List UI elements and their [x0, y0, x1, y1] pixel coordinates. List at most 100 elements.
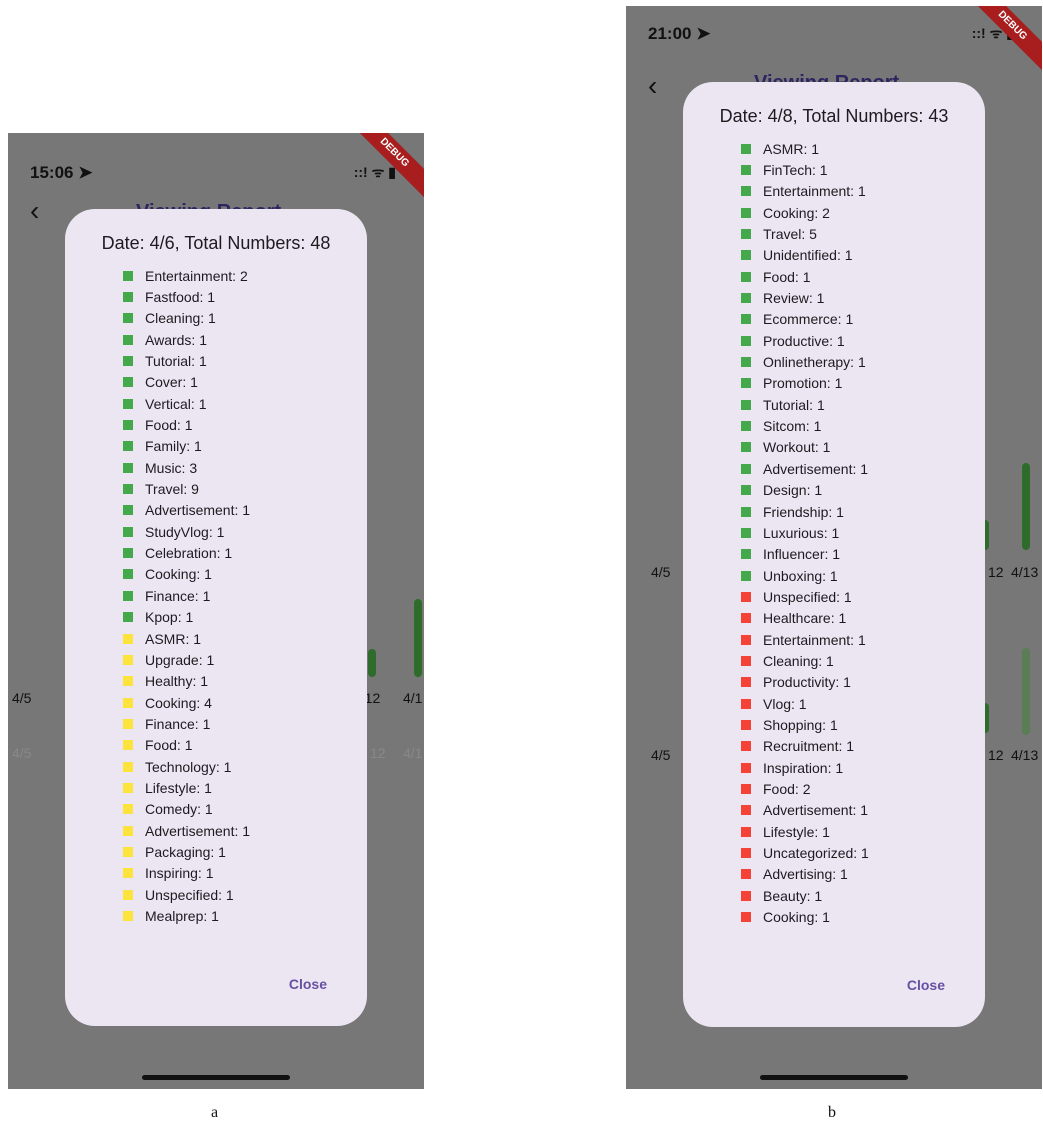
- color-swatch-icon: [123, 484, 133, 495]
- bg-bar: [368, 649, 376, 677]
- legend-item: Food: 2: [741, 778, 869, 799]
- legend-item-label: Celebration: 1: [145, 545, 233, 562]
- legend-item-label: Cleaning: 1: [763, 652, 834, 669]
- color-swatch-icon: [123, 633, 133, 644]
- legend-item: Comedy: 1: [123, 799, 250, 820]
- legend-item: Design: 1: [741, 480, 869, 501]
- legend-item-label: Healthy: 1: [145, 673, 209, 690]
- color-swatch-icon: [741, 165, 751, 176]
- legend-item: Music: 3: [123, 457, 250, 478]
- color-swatch-icon: [741, 848, 751, 859]
- bg-bar: [1022, 648, 1030, 735]
- bg-axis-label: 4/5: [12, 745, 32, 761]
- color-swatch-icon: [123, 377, 133, 388]
- legend-item: Productive: 1: [741, 330, 869, 351]
- legend-item: Advertisement: 1: [123, 820, 250, 841]
- color-swatch-icon: [741, 869, 751, 880]
- legend-item: Finance: 1: [123, 713, 250, 734]
- legend-item: Cooking: 2: [741, 202, 869, 223]
- legend-item: Food: 1: [741, 266, 869, 287]
- home-indicator[interactable]: [760, 1075, 908, 1080]
- legend-item-label: Vertical: 1: [145, 395, 207, 412]
- color-swatch-icon: [123, 292, 133, 303]
- legend-item-label: Travel: 9: [145, 481, 199, 498]
- color-swatch-icon: [741, 762, 751, 773]
- legend-item-label: Shopping: 1: [763, 716, 838, 733]
- legend-item-label: Unspecified: 1: [763, 588, 852, 605]
- legend-item-label: Kpop: 1: [145, 609, 194, 626]
- legend-item-label: Cooking: 4: [145, 694, 212, 711]
- legend-item-label: Uncategorized: 1: [763, 845, 869, 862]
- legend-item: Travel: 5: [741, 223, 869, 244]
- legend-item-label: Family: 1: [145, 438, 202, 455]
- legend-item-label: Influencer: 1: [763, 546, 841, 563]
- close-button[interactable]: Close: [907, 977, 945, 993]
- legend-item-label: Onlinetherapy: 1: [763, 354, 866, 371]
- legend-item: Influencer: 1: [741, 544, 869, 565]
- color-swatch-icon: [123, 505, 133, 516]
- legend-item-label: Food: 1: [763, 268, 811, 285]
- color-swatch-icon: [741, 698, 751, 709]
- legend-item-label: Advertising: 1: [763, 866, 848, 883]
- legend-item-label: Healthcare: 1: [763, 610, 847, 627]
- legend-item: Vlog: 1: [741, 693, 869, 714]
- legend-item-label: Entertainment: 1: [763, 183, 866, 200]
- legend-item: Promotion: 1: [741, 373, 869, 394]
- legend-item-label: ASMR: 1: [763, 140, 820, 157]
- legend-item: Mealprep: 1: [123, 905, 250, 926]
- legend-item-label: Luxurious: 1: [763, 524, 840, 541]
- legend-item-label: Vlog: 1: [763, 695, 807, 712]
- legend-item: Family: 1: [123, 436, 250, 457]
- legend-item: Advertisement: 1: [741, 458, 869, 479]
- color-swatch-icon: [123, 548, 133, 559]
- chevron-left-icon[interactable]: ‹: [648, 70, 657, 102]
- color-swatch-icon: [123, 462, 133, 473]
- legend-item: Uncategorized: 1: [741, 842, 869, 863]
- legend-item: Beauty: 1: [741, 885, 869, 906]
- color-swatch-icon: [123, 889, 133, 900]
- legend-item-label: Sitcom: 1: [763, 418, 822, 435]
- color-swatch-icon: [741, 335, 751, 346]
- color-swatch-icon: [123, 356, 133, 367]
- legend-item: Upgrade: 1: [123, 649, 250, 670]
- color-swatch-icon: [741, 741, 751, 752]
- legend-item-label: StudyVlog: 1: [145, 523, 225, 540]
- color-swatch-icon: [741, 250, 751, 261]
- legend-item: Food: 1: [123, 735, 250, 756]
- color-swatch-icon: [123, 270, 133, 281]
- color-swatch-icon: [123, 398, 133, 409]
- dialog-title: Date: 4/8, Total Numbers: 43: [719, 106, 949, 126]
- legend-item-label: ASMR: 1: [145, 630, 202, 647]
- legend-item-label: Advertisement: 1: [763, 460, 869, 477]
- legend-item-label: Workout: 1: [763, 439, 831, 456]
- close-button[interactable]: Close: [289, 976, 327, 992]
- color-swatch-icon: [741, 442, 751, 453]
- legend-item: Inspiration: 1: [741, 757, 869, 778]
- panel-caption: b: [828, 1104, 836, 1121]
- color-swatch-icon: [741, 229, 751, 240]
- legend-item-label: Comedy: 1: [145, 801, 213, 818]
- color-swatch-icon: [123, 910, 133, 921]
- home-indicator[interactable]: [142, 1075, 290, 1080]
- color-swatch-icon: [123, 697, 133, 708]
- legend-item: Unidentified: 1: [741, 245, 869, 266]
- legend-item-label: Cooking: 2: [763, 204, 830, 221]
- legend-item: Inspiring: 1: [123, 863, 250, 884]
- legend-item: Travel: 9: [123, 478, 250, 499]
- dialog-title: Date: 4/6, Total Numbers: 48: [101, 233, 331, 253]
- color-swatch-icon: [123, 441, 133, 452]
- legend-item: Luxurious: 1: [741, 522, 869, 543]
- legend-item: Ecommerce: 1: [741, 309, 869, 330]
- legend-item-label: Ecommerce: 1: [763, 311, 854, 328]
- color-swatch-icon: [123, 590, 133, 601]
- legend-item-label: Advertisement: 1: [145, 822, 251, 839]
- legend-item-label: Productivity: 1: [763, 674, 851, 691]
- legend-item: Tutorial: 1: [741, 394, 869, 415]
- color-swatch-icon: [741, 527, 751, 538]
- legend-item-label: Technology: 1: [145, 758, 232, 775]
- chevron-left-icon[interactable]: ‹: [30, 195, 39, 227]
- legend-item: Entertainment: 2: [123, 265, 250, 286]
- legend-item: Cover: 1: [123, 372, 250, 393]
- color-swatch-icon: [123, 868, 133, 879]
- legend-item-label: Cooking: 1: [145, 566, 212, 583]
